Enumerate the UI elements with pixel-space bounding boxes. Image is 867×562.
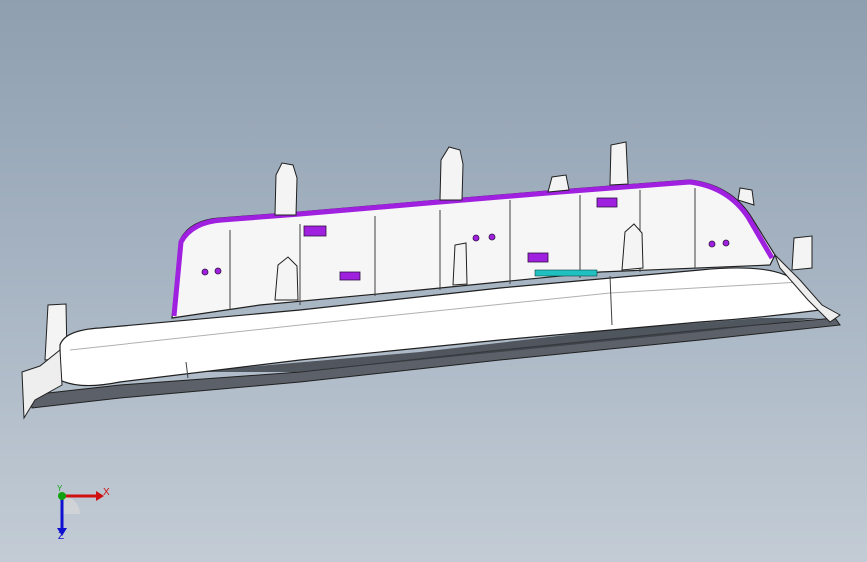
left-end-cap [21,349,63,420]
part-model[interactable] [0,0,867,562]
cyan-feature [534,269,598,277]
z-axis-label: Z [58,531,65,542]
y-axis-label: Y [57,484,63,493]
graphics-viewport[interactable]: X Y Z [0,0,867,562]
x-axis-label: X [103,487,110,498]
